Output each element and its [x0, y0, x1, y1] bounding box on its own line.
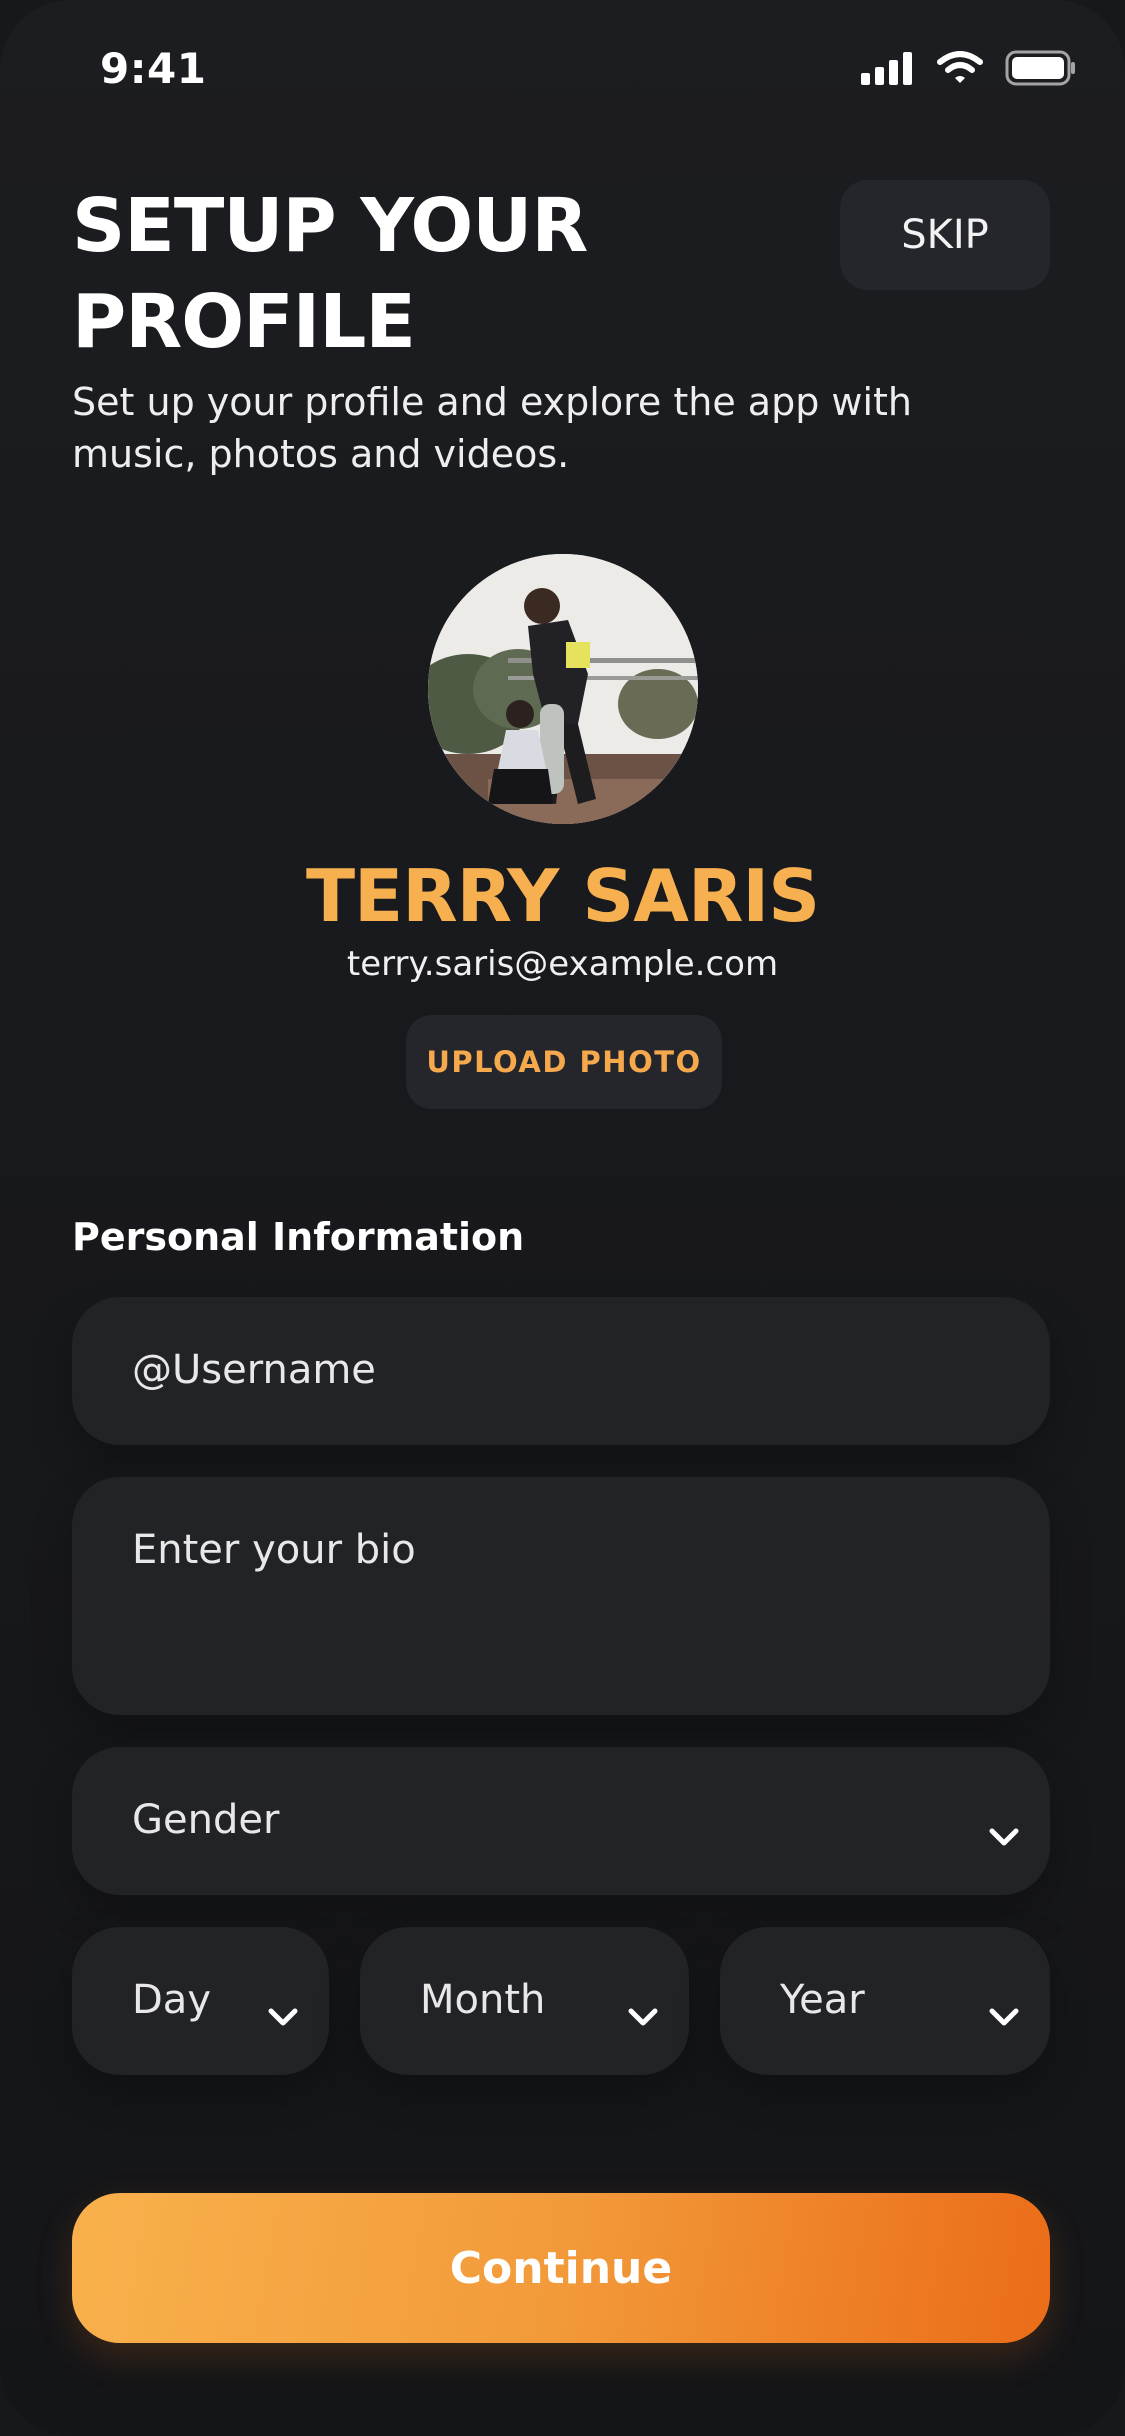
chevron-down-icon — [267, 1991, 299, 2037]
username-placeholder: @Username — [132, 1347, 376, 1393]
profile-name: TERRY SARIS — [305, 854, 820, 938]
wifi-icon — [937, 51, 983, 89]
status-icons — [861, 50, 1077, 90]
cellular-signal-icon — [861, 51, 915, 89]
year-select[interactable]: Year — [720, 1927, 1050, 2075]
username-input[interactable]: @Username — [72, 1297, 1050, 1445]
setup-profile-screen: 9:41 SETUP YOUR PROFILE SKIP Set up your… — [0, 0, 1125, 2436]
continue-button[interactable]: Continue — [72, 2193, 1050, 2343]
chevron-down-icon — [988, 1991, 1020, 2037]
chevron-down-icon — [627, 1991, 659, 2037]
page-subtitle: Set up your profile and explore the app … — [72, 380, 913, 476]
chevron-down-icon — [988, 1811, 1020, 1857]
month-select[interactable]: Month — [360, 1927, 689, 2075]
battery-icon — [1005, 50, 1077, 90]
gender-select[interactable]: Gender — [72, 1747, 1050, 1895]
status-time: 9:41 — [100, 44, 207, 93]
upload-photo-button[interactable]: UPLOAD PHOTO — [406, 1015, 722, 1109]
section-title-personal-information: Personal Information — [72, 1215, 525, 1259]
profile-email: terry.saris@example.com — [346, 944, 779, 984]
day-select[interactable]: Day — [72, 1927, 329, 2075]
skip-button[interactable]: SKIP — [840, 180, 1050, 290]
year-placeholder: Year — [780, 1977, 865, 2023]
bio-placeholder: Enter your bio — [132, 1527, 416, 1573]
month-placeholder: Month — [420, 1977, 546, 2023]
avatar-photo — [428, 554, 698, 824]
page-title: SETUP YOUR PROFILE — [72, 183, 588, 365]
bio-textarea[interactable]: Enter your bio — [72, 1477, 1050, 1715]
gender-placeholder: Gender — [132, 1797, 280, 1843]
day-placeholder: Day — [132, 1977, 211, 2023]
profile-avatar[interactable] — [428, 554, 698, 824]
